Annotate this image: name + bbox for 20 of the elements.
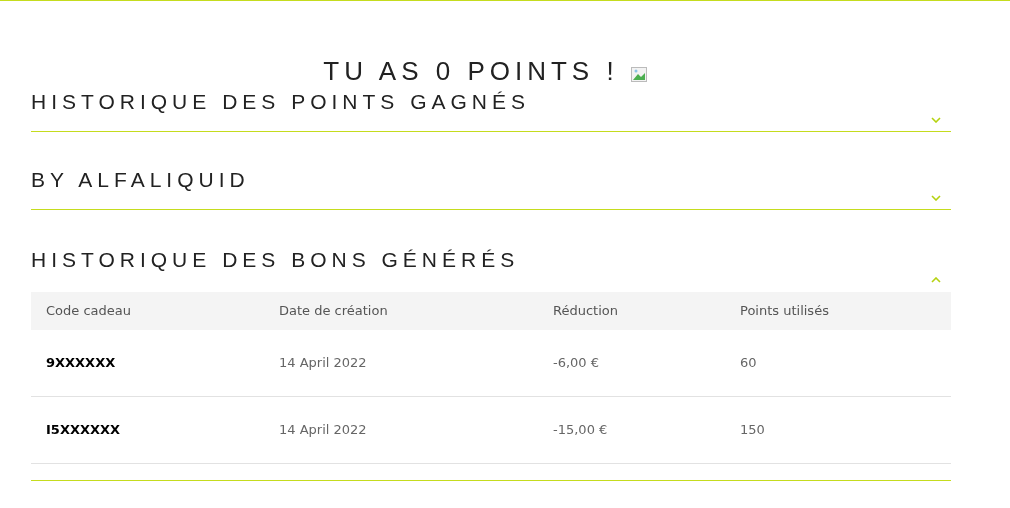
section-title[interactable]: HISTORIQUE DES POINTS GAGNÉS: [31, 85, 530, 117]
column-header: Date de création: [278, 302, 389, 321]
chevron-up-icon[interactable]: [931, 277, 941, 283]
section-title[interactable]: BY ALFALIQUID: [31, 163, 250, 195]
table-cell-text: -6,00 €: [552, 354, 601, 373]
chevron-down-icon[interactable]: [931, 117, 941, 123]
broken-image-icon: [630, 66, 647, 82]
column-header: Réduction: [552, 302, 619, 321]
table-cell-text: 60: [739, 354, 758, 373]
chevron-down-icon[interactable]: [931, 195, 941, 201]
table-cell-text: I5XXXXXX: [45, 421, 122, 440]
page-title: TU AS 0 POINTS !: [323, 54, 619, 88]
column-header: Code cadeau: [45, 302, 132, 321]
section-title[interactable]: HISTORIQUE DES BONS GÉNÉRÉS: [31, 243, 520, 275]
table-cell-text: 150: [739, 421, 766, 440]
column-header: Points utilisés: [739, 302, 830, 321]
table-cell-text: 14 April 2022: [278, 421, 368, 440]
table-cell-text: 9XXXXXX: [45, 354, 117, 373]
table-cell-text: -15,00 €: [552, 421, 609, 440]
table-cell-text: 14 April 2022: [278, 354, 368, 373]
